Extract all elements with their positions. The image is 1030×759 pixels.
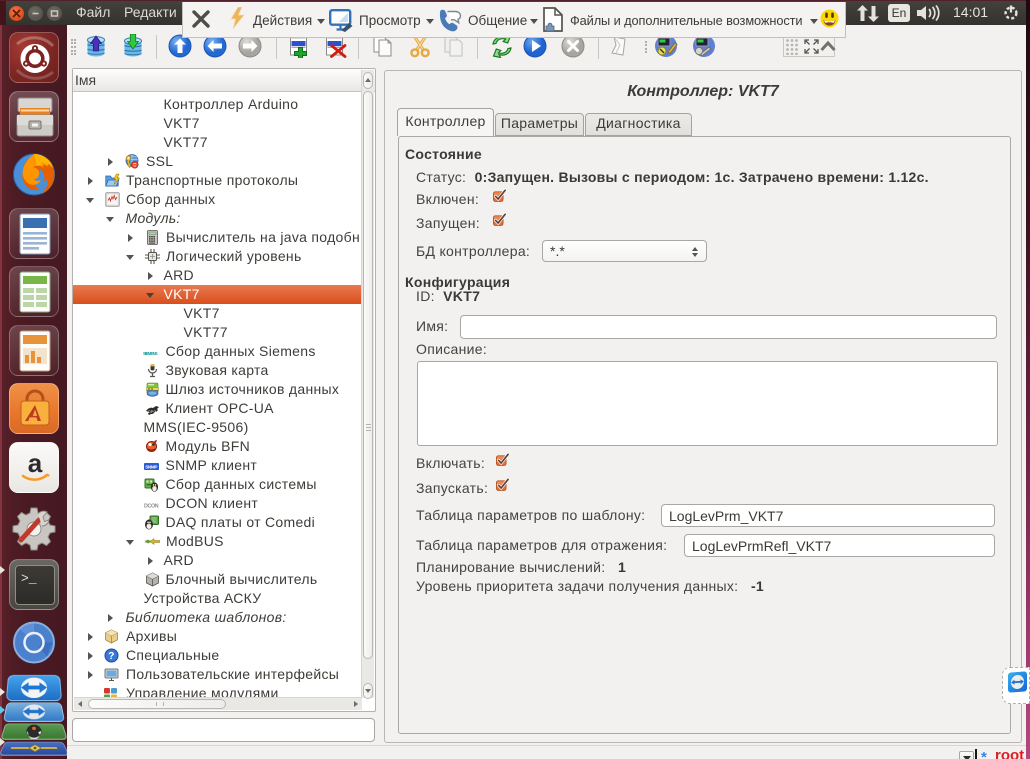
svg-text:SIEMENS: SIEMENS <box>143 351 158 356</box>
svg-text:DCON: DCON <box>144 504 159 510</box>
svg-text:a: a <box>28 448 43 478</box>
svg-text:?: ? <box>108 651 114 662</box>
svg-text:OPC: OPC <box>148 410 156 414</box>
svg-text:SNMP: SNMP <box>145 465 158 470</box>
